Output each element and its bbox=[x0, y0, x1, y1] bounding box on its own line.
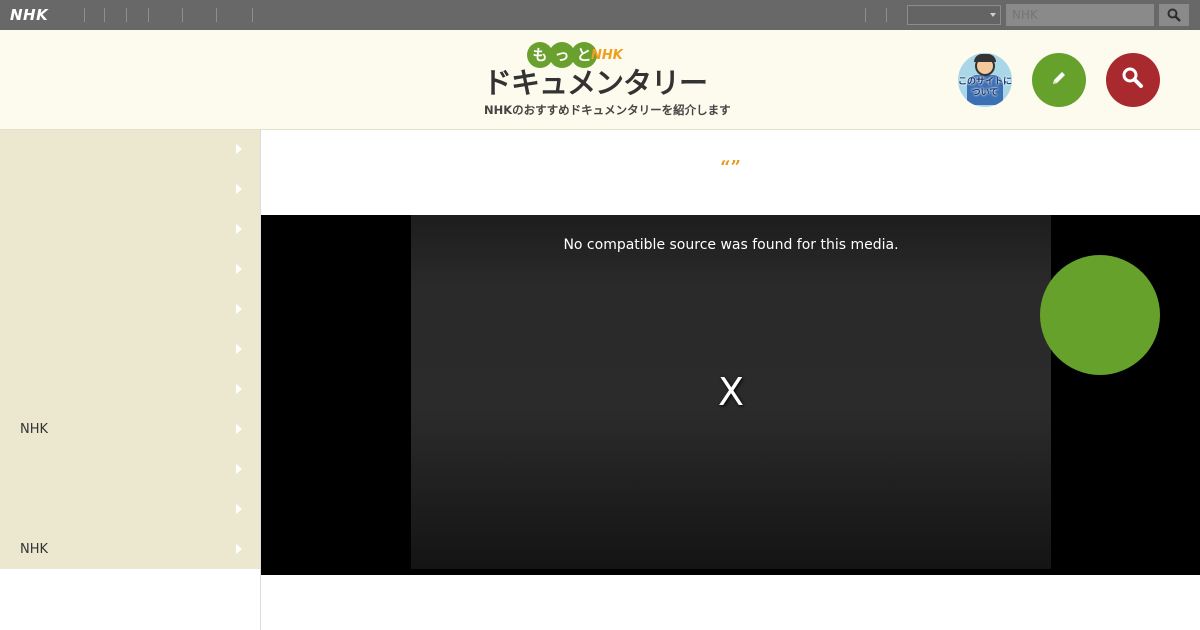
sidebar-item[interactable]: NHK bbox=[0, 410, 260, 450]
chevron-right-icon bbox=[236, 544, 242, 554]
sidebar-item[interactable] bbox=[0, 170, 260, 210]
logo-title: ドキュメンタリー bbox=[483, 66, 708, 100]
chevron-right-icon bbox=[236, 264, 242, 274]
nav-separator bbox=[84, 8, 85, 22]
sidebar: NHK NHK bbox=[0, 130, 260, 569]
logo-nhk-text: NHK bbox=[591, 48, 623, 63]
floating-action-button[interactable] bbox=[1040, 255, 1160, 375]
nav-separator bbox=[865, 8, 866, 22]
sidebar-item[interactable] bbox=[0, 370, 260, 410]
nav-separator bbox=[104, 8, 105, 22]
nav-separator bbox=[886, 8, 887, 22]
about-site-button[interactable]: このサイトについて bbox=[958, 53, 1012, 107]
chevron-right-icon bbox=[236, 424, 242, 434]
page-title: “” bbox=[720, 157, 741, 178]
chevron-right-icon bbox=[236, 144, 242, 154]
post-button[interactable] bbox=[1032, 53, 1086, 107]
sidebar-item[interactable] bbox=[0, 130, 260, 170]
chevron-down-icon bbox=[990, 13, 996, 17]
pencil-icon bbox=[1053, 72, 1065, 84]
search-icon bbox=[1167, 8, 1181, 22]
about-site-label: このサイトについて bbox=[958, 77, 1012, 98]
sidebar-item[interactable] bbox=[0, 210, 260, 250]
video-error-message: No compatible source was found for this … bbox=[563, 237, 899, 253]
chevron-right-icon bbox=[236, 464, 242, 474]
global-nav-bar: NHK bbox=[0, 0, 1200, 30]
nav-separator bbox=[216, 8, 217, 22]
site-logo[interactable]: もっと NHK ドキュメンタリー NHKのおすすめドキュメンタリーを紹介します bbox=[483, 42, 731, 120]
nav-separator bbox=[126, 8, 127, 22]
sidebar-item[interactable] bbox=[0, 290, 260, 330]
nhk-logo[interactable]: NHK bbox=[10, 6, 66, 24]
global-search-button[interactable] bbox=[1159, 4, 1189, 26]
global-search-input[interactable] bbox=[1006, 4, 1154, 26]
video-close-button[interactable]: X bbox=[411, 367, 1051, 417]
sidebar-item[interactable] bbox=[0, 490, 260, 530]
mascot-hair bbox=[974, 54, 996, 62]
chevron-right-icon bbox=[236, 344, 242, 354]
chevron-right-icon bbox=[236, 304, 242, 314]
chevron-right-icon bbox=[236, 384, 242, 394]
chevron-right-icon bbox=[236, 184, 242, 194]
site-header: もっと NHK ドキュメンタリー NHKのおすすめドキュメンタリーを紹介します … bbox=[0, 30, 1200, 130]
video-player[interactable]: No compatible source was found for this … bbox=[261, 215, 1200, 575]
sidebar-item[interactable] bbox=[0, 250, 260, 290]
chevron-right-icon bbox=[236, 224, 242, 234]
search-icon bbox=[1122, 67, 1143, 88]
sidebar-item[interactable] bbox=[0, 450, 260, 490]
site-search-button[interactable] bbox=[1106, 53, 1160, 107]
sidebar-item-label: NHK bbox=[20, 542, 49, 557]
sidebar-item[interactable] bbox=[0, 330, 260, 370]
nav-separator bbox=[148, 8, 149, 22]
sidebar-item[interactable]: NHK bbox=[0, 530, 260, 570]
chevron-right-icon bbox=[236, 504, 242, 514]
nav-separator bbox=[252, 8, 253, 22]
nav-separator bbox=[182, 8, 183, 22]
site-select[interactable] bbox=[907, 5, 1001, 25]
logo-tagline: NHKのおすすめドキュメンタリーを紹介します bbox=[484, 103, 731, 117]
video-error-overlay: No compatible source was found for this … bbox=[411, 215, 1051, 569]
sidebar-item-label: NHK bbox=[20, 422, 49, 437]
